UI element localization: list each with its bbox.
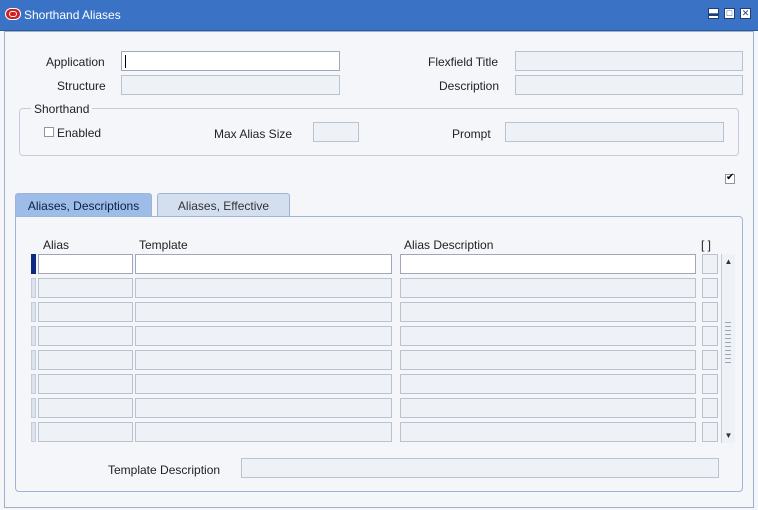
row-indicator[interactable]	[31, 302, 36, 322]
dff-cell[interactable]	[702, 254, 718, 274]
row-indicator[interactable]	[31, 326, 36, 346]
template-cell[interactable]	[135, 302, 392, 322]
row-indicator[interactable]	[31, 374, 36, 394]
row-indicator[interactable]	[31, 350, 36, 370]
alias-description-cell[interactable]	[400, 422, 696, 442]
prompt-field[interactable]	[505, 122, 724, 142]
template-description-label: Template Description	[108, 463, 221, 477]
template-cell[interactable]	[135, 398, 392, 418]
vertical-scrollbar[interactable]: ▲ ▼	[721, 254, 735, 443]
description-label: Description	[439, 79, 500, 93]
window-title: Shorthand Aliases	[24, 8, 121, 22]
template-cell[interactable]	[135, 350, 392, 370]
shorthand-group-title: Shorthand	[31, 102, 93, 116]
alias-description-cell[interactable]	[400, 398, 696, 418]
minimize-button[interactable]: ▬	[708, 8, 719, 19]
alias-cell[interactable]	[38, 422, 133, 442]
column-header-dff: [ ]	[701, 238, 712, 252]
alias-cell[interactable]	[38, 398, 133, 418]
template-cell[interactable]	[135, 278, 392, 298]
scroll-up-arrow-icon[interactable]: ▲	[723, 256, 734, 267]
alias-description-cell[interactable]	[400, 326, 696, 346]
alias-cell[interactable]	[38, 350, 133, 370]
alias-description-cell[interactable]	[400, 302, 696, 322]
tab-aliases-descriptions[interactable]: Aliases, Descriptions	[15, 193, 152, 217]
flexfield-title-field[interactable]	[515, 51, 743, 71]
dff-cell[interactable]	[702, 398, 718, 418]
template-cell[interactable]	[135, 326, 392, 346]
dff-cell[interactable]	[702, 350, 718, 370]
enabled-label: Enabled	[57, 126, 102, 140]
window-title-bar: Shorthand Aliases ▬ □ ✕	[0, 0, 758, 31]
structure-label: Structure	[57, 79, 106, 93]
alias-cell[interactable]	[38, 374, 133, 394]
text-cursor	[125, 55, 126, 68]
row-indicator[interactable]	[31, 422, 36, 442]
alias-cell[interactable]	[38, 254, 133, 274]
maximize-button[interactable]: □	[724, 8, 735, 19]
template-cell[interactable]	[135, 422, 392, 442]
alias-cell[interactable]	[38, 302, 133, 322]
dff-cell[interactable]	[702, 422, 718, 442]
current-row-indicator[interactable]	[31, 254, 36, 274]
prompt-label: Prompt	[452, 127, 491, 141]
description-field[interactable]	[515, 75, 743, 95]
close-button[interactable]: ✕	[740, 8, 751, 19]
template-description-field[interactable]	[241, 458, 719, 478]
dff-cell[interactable]	[702, 302, 718, 322]
oracle-app-icon	[5, 8, 21, 20]
tab-aliases-effective[interactable]: Aliases, Effective	[157, 193, 290, 217]
alias-description-cell[interactable]	[400, 254, 696, 274]
enabled-checkbox[interactable]	[44, 127, 54, 137]
template-cell[interactable]	[135, 254, 392, 274]
dff-cell[interactable]	[702, 326, 718, 346]
application-label: Application	[46, 55, 105, 69]
alias-description-cell[interactable]	[400, 374, 696, 394]
column-header-template: Template	[139, 238, 188, 252]
alias-cell[interactable]	[38, 326, 133, 346]
application-field[interactable]	[121, 51, 340, 71]
max-alias-size-field[interactable]	[313, 122, 359, 142]
column-header-alias-description: Alias Description	[404, 238, 494, 252]
row-indicator[interactable]	[31, 398, 36, 418]
scroll-down-arrow-icon[interactable]: ▼	[723, 430, 734, 441]
standalone-checkbox[interactable]	[725, 172, 735, 184]
max-alias-size-label: Max Alias Size	[214, 127, 293, 141]
alias-description-cell[interactable]	[400, 278, 696, 298]
flexfield-title-label: Flexfield Title	[428, 55, 499, 69]
scroll-grip[interactable]	[725, 322, 731, 366]
alias-cell[interactable]	[38, 278, 133, 298]
dff-cell[interactable]	[702, 374, 718, 394]
template-cell[interactable]	[135, 374, 392, 394]
alias-description-cell[interactable]	[400, 350, 696, 370]
structure-field[interactable]	[121, 75, 340, 95]
dff-cell[interactable]	[702, 278, 718, 298]
row-indicator[interactable]	[31, 278, 36, 298]
column-header-alias: Alias	[43, 238, 70, 252]
